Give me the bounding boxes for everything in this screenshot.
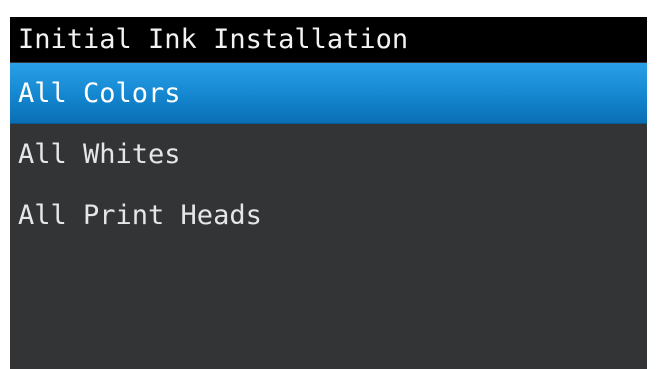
screen-title: Initial Ink Installation [10, 17, 647, 62]
menu-item-all-whites[interactable]: All Whites [10, 124, 647, 185]
menu-list: All Colors All Whites All Print Heads [10, 63, 647, 246]
menu-item-all-print-heads[interactable]: All Print Heads [10, 185, 647, 246]
menu-item-all-colors[interactable]: All Colors [10, 63, 647, 124]
lcd-screen: Initial Ink Installation All Colors All … [10, 17, 647, 369]
